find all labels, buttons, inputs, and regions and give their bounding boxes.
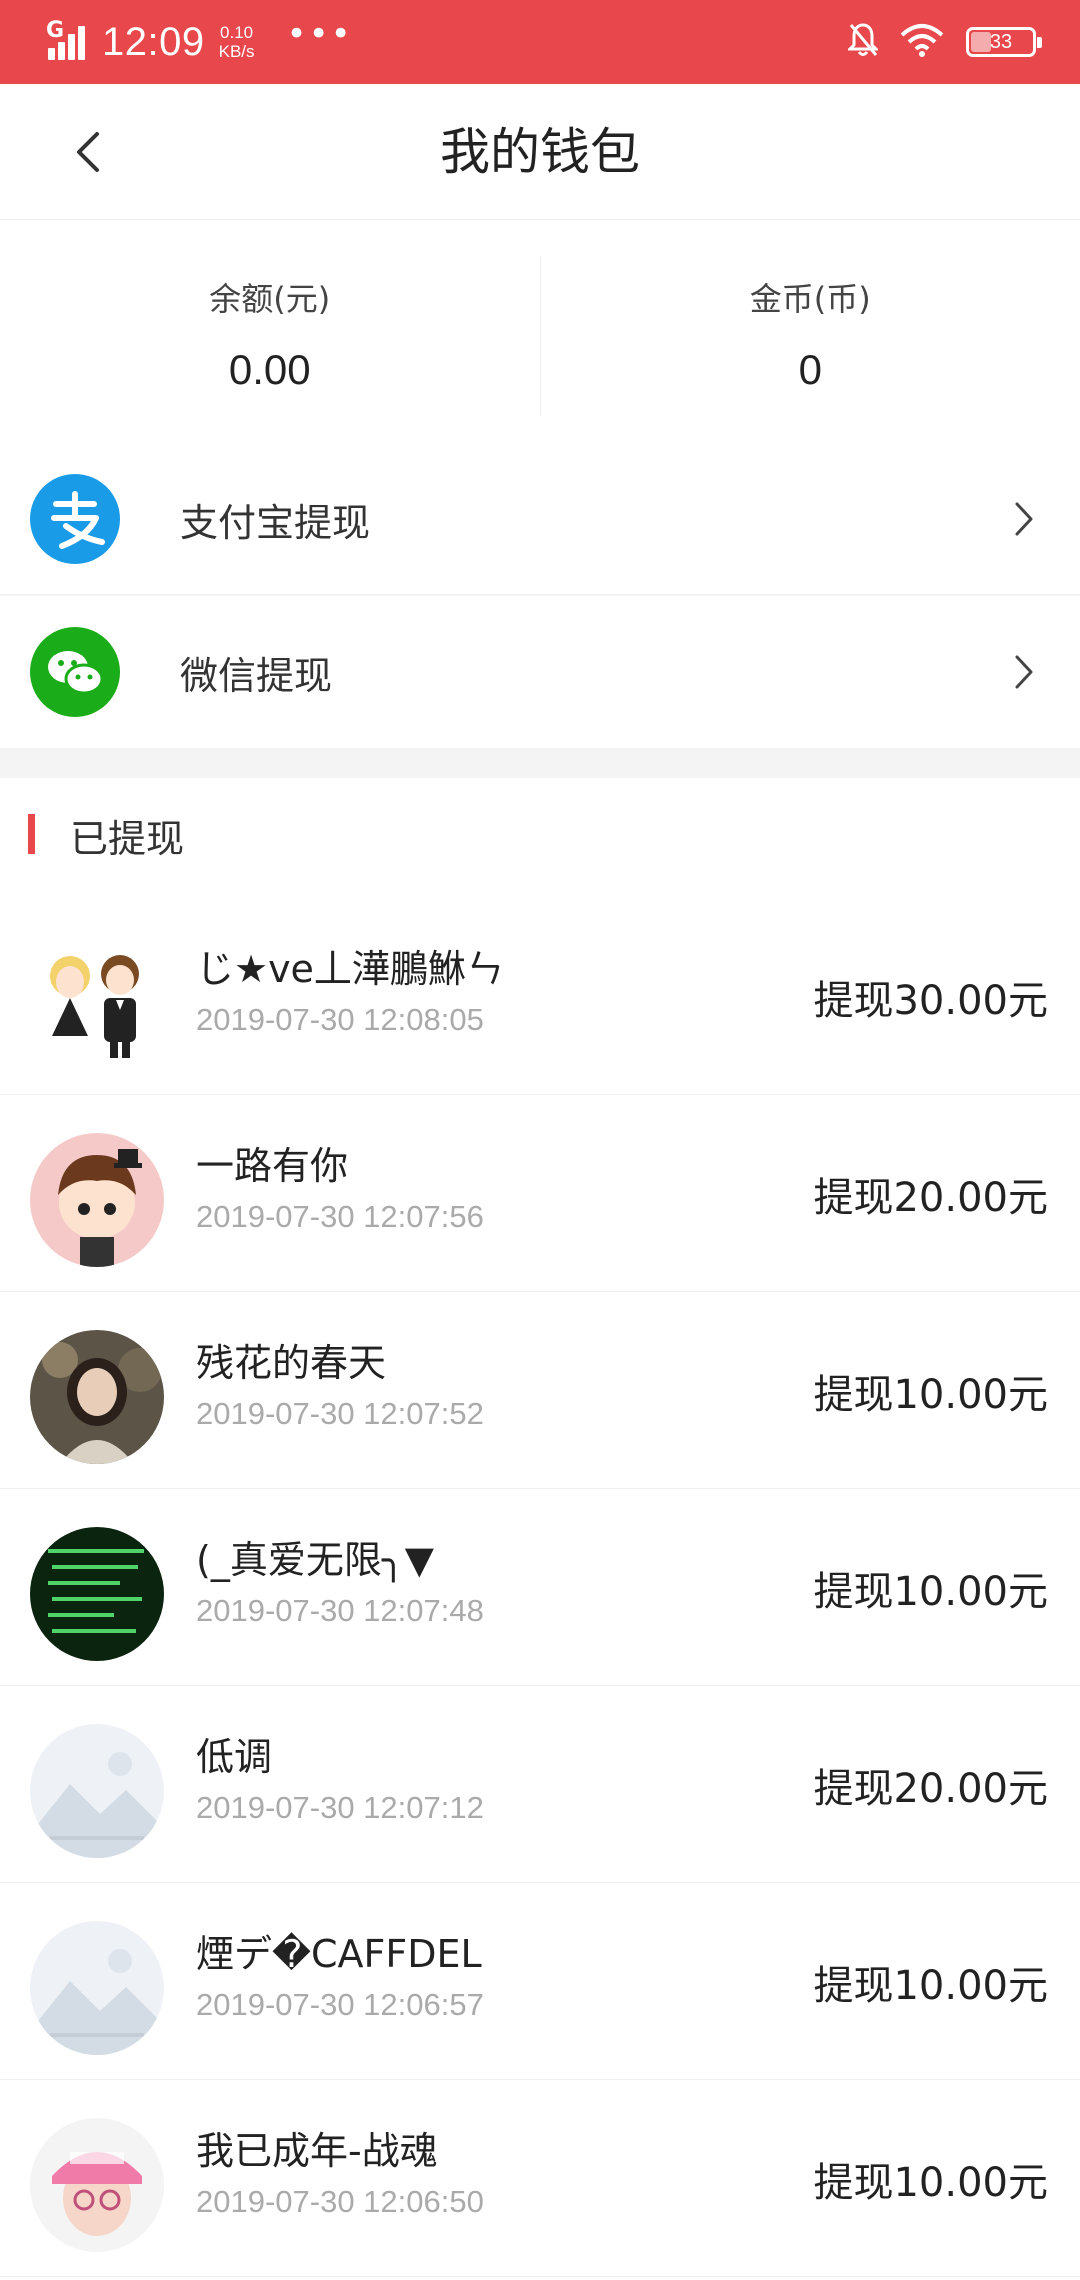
- battery-icon: 33: [966, 27, 1042, 57]
- chevron-right-icon: [1004, 652, 1044, 692]
- avatar: [30, 936, 164, 1070]
- balance-yuan-label: 余额(元): [209, 280, 331, 318]
- avatar: [30, 2118, 164, 2252]
- mute-bell-icon: [846, 22, 880, 62]
- record-amount: 提现20.00元: [813, 1175, 1048, 1221]
- list-item[interactable]: 我已成年-战魂 2019-07-30 12:06:50 提现10.00元: [0, 2080, 1080, 2277]
- record-amount: 提现20.00元: [813, 1766, 1048, 1812]
- record-name: 残花的春天: [196, 1341, 387, 1385]
- section-marker: [28, 814, 35, 854]
- avatar: [30, 1133, 164, 1267]
- clock: 12:09: [102, 19, 205, 64]
- list-item[interactable]: 低调 2019-07-30 12:07:12 提现20.00元: [0, 1686, 1080, 1883]
- wifi-icon: [900, 23, 944, 61]
- balance-coin-value: 0: [798, 346, 822, 393]
- list-item[interactable]: 残花的春天 2019-07-30 12:07:52 提现10.00元: [0, 1292, 1080, 1489]
- network-type: G: [46, 18, 65, 43]
- record-amount: 提现30.00元: [813, 978, 1048, 1024]
- record-name: 我已成年-战魂: [196, 2129, 438, 2173]
- record-time: 2019-07-30 12:07:56: [196, 1199, 484, 1234]
- balance-coin-label: 金币(币): [749, 280, 871, 318]
- record-time: 2019-07-30 12:07:48: [196, 1593, 484, 1628]
- chevron-right-icon: [1004, 499, 1044, 539]
- avatar: [30, 1527, 164, 1661]
- balance-panel: 余额(元) 0.00 金币(币) 0: [0, 220, 1080, 440]
- list-item[interactable]: じ★ve丄澕鵬鮴ㄣ 2019-07-30 12:08:05 提现30.00元: [0, 898, 1080, 1095]
- record-amount: 提现10.00元: [813, 1569, 1048, 1615]
- wechat-withdraw-row[interactable]: 微信提现: [0, 596, 1080, 748]
- alipay-withdraw-row[interactable]: 支付宝提现: [0, 444, 1080, 596]
- alipay-icon: [30, 474, 120, 564]
- record-name: 一路有你: [196, 1144, 349, 1188]
- status-bar-right: 33: [846, 18, 1042, 66]
- record-amount: 提现10.00元: [813, 2160, 1048, 2206]
- record-time: 2019-07-30 12:07:52: [196, 1396, 484, 1431]
- record-amount: 提现10.00元: [813, 1963, 1048, 2009]
- wechat-withdraw-label: 微信提现: [180, 653, 333, 698]
- record-amount: 提现10.00元: [813, 1372, 1048, 1418]
- list-item[interactable]: 煙デ�САFFDEL 2019-07-30 12:06:57 提现10.00元: [0, 1883, 1080, 2080]
- record-time: 2019-07-30 12:08:05: [196, 1002, 484, 1037]
- avatar: [30, 1330, 164, 1464]
- record-time: 2019-07-30 12:07:12: [196, 1790, 484, 1825]
- record-name: じ★ve丄澕鵬鮴ㄣ: [196, 947, 504, 991]
- record-time: 2019-07-30 12:06:57: [196, 1987, 484, 2022]
- withdraw-records-list: じ★ve丄澕鵬鮴ㄣ 2019-07-30 12:08:05 提现30.00元 一…: [0, 898, 1080, 2277]
- section-title: 已提现: [70, 817, 185, 861]
- speed-value: 0.10: [220, 23, 254, 42]
- wechat-icon: [30, 627, 120, 717]
- record-name: 低调: [196, 1735, 273, 1779]
- status-bar: G 12:09 0.10 KB/s ••• 33: [0, 0, 1080, 84]
- speed-unit: KB/s: [218, 42, 255, 61]
- balance-coins: 金币(币) 0: [541, 220, 1080, 440]
- page-title: 我的钱包: [440, 123, 640, 181]
- balance-yuan-value: 0.00: [228, 346, 311, 393]
- network-speed: 0.10 KB/s: [219, 23, 255, 61]
- signal-icon: G: [46, 18, 94, 62]
- balance-yuan: 余额(元) 0.00: [0, 220, 540, 440]
- record-name: (_真爱无限╮▼: [196, 1538, 434, 1582]
- section-gap: [0, 748, 1080, 778]
- list-item[interactable]: 一路有你 2019-07-30 12:07:56 提现20.00元: [0, 1095, 1080, 1292]
- more-notifications-icon: •••: [286, 14, 353, 54]
- avatar: [30, 1921, 164, 2055]
- nav-bar: 我的钱包: [0, 84, 1080, 220]
- withdrawn-section-header: 已提现: [0, 778, 1080, 898]
- battery-level: 33: [989, 31, 1013, 53]
- record-name: 煙デ�САFFDEL: [196, 1932, 482, 1976]
- avatar: [30, 1724, 164, 1858]
- alipay-withdraw-label: 支付宝提现: [180, 500, 371, 545]
- status-bar-left: G 12:09 0.10 KB/s •••: [46, 14, 353, 66]
- list-item[interactable]: (_真爱无限╮▼ 2019-07-30 12:07:48 提现10.00元: [0, 1489, 1080, 1686]
- record-time: 2019-07-30 12:06:50: [196, 2184, 484, 2219]
